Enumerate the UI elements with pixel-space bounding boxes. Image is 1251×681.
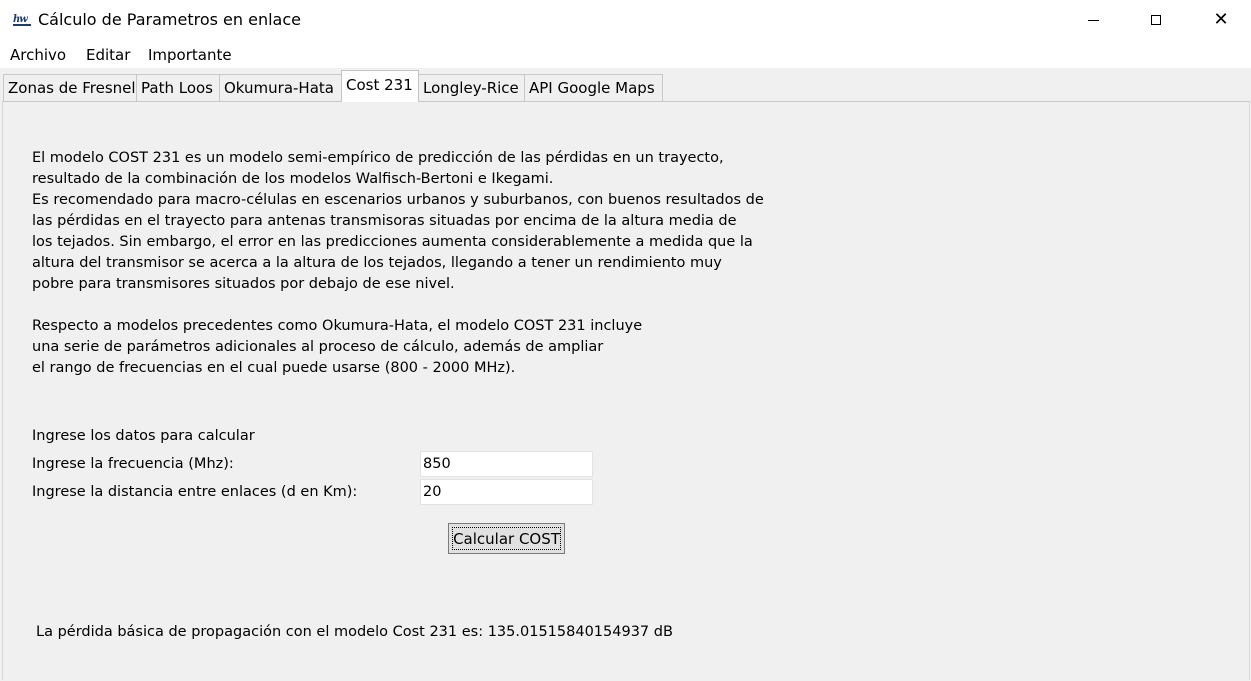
distance-input[interactable] [420, 479, 593, 505]
frequency-input[interactable] [420, 451, 593, 477]
tab-strip: Zonas de Fresnel Path Loos Okumura-Hata … [0, 68, 1251, 102]
window-title: Cálculo de Parametros en enlace [38, 10, 301, 29]
model-description: El modelo COST 231 es un modelo semi-emp… [32, 150, 764, 376]
tab-zonas-de-fresnel[interactable]: Zonas de Fresnel [3, 74, 137, 101]
menu-importante[interactable]: Importante [148, 46, 232, 64]
tab-longley-rice[interactable]: Longley-Rice [418, 74, 525, 101]
tab-okumura-hata[interactable]: Okumura-Hata [219, 74, 342, 101]
tab-cost-231[interactable]: Cost 231 [341, 70, 419, 102]
maximize-button[interactable] [1133, 0, 1179, 40]
result-text: La pérdida básica de propagación con el … [36, 624, 673, 640]
calculate-cost-label: Calcular COST [452, 527, 561, 550]
tab-api-google-maps[interactable]: API Google Maps [524, 74, 663, 101]
tab-path-loos[interactable]: Path Loos [136, 74, 220, 101]
menu-editar[interactable]: Editar [86, 46, 130, 64]
menu-archivo[interactable]: Archivo [10, 46, 66, 64]
input-heading: Ingrese los datos para calcular [32, 428, 255, 444]
distance-label: Ingrese la distancia entre enlaces (d en… [32, 484, 358, 500]
app-logo-icon: hw [13, 13, 31, 26]
frequency-label: Ingrese la frecuencia (Mhz): [32, 456, 234, 472]
minimize-button[interactable] [1070, 0, 1116, 40]
menu-bar: Archivo Editar Importante [0, 40, 1251, 68]
minimize-icon [1087, 19, 1099, 21]
title-bar: hw Cálculo de Parametros en enlace ✕ [0, 0, 1251, 40]
maximize-icon [1151, 15, 1161, 25]
close-button[interactable]: ✕ [1198, 0, 1244, 40]
close-icon: ✕ [1213, 9, 1229, 30]
calculate-cost-button[interactable]: Calcular COST [448, 523, 565, 554]
